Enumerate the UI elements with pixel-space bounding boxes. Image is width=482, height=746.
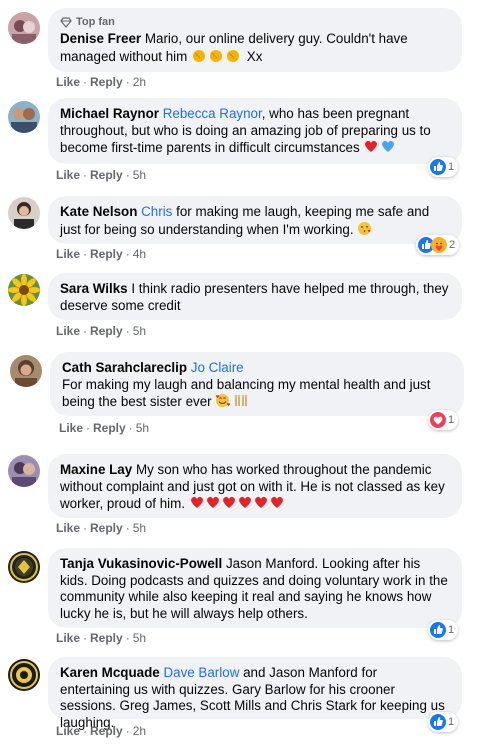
timestamp[interactable]: 2h bbox=[133, 75, 146, 89]
timestamp[interactable]: 5h bbox=[133, 168, 146, 182]
comment-actions: Like · Reply · 5h bbox=[56, 324, 147, 338]
avatar[interactable] bbox=[8, 274, 40, 306]
timestamp[interactable]: 5h bbox=[136, 421, 149, 435]
like-link[interactable]: Like bbox=[56, 324, 80, 338]
avatar[interactable] bbox=[8, 101, 40, 133]
comment-bubble: Cath Sarahclareclip Jo Claire For making… bbox=[50, 352, 464, 416]
reply-link[interactable]: Reply bbox=[90, 168, 123, 182]
comment-bubble: Sara Wilks I think radio presenters have… bbox=[48, 273, 462, 320]
kissing-face-emoji bbox=[357, 221, 372, 241]
comment-actions: Like · Reply · 5h bbox=[56, 521, 147, 535]
avatar[interactable] bbox=[8, 455, 40, 487]
like-link[interactable]: Like bbox=[56, 168, 80, 182]
care-reaction-icon bbox=[431, 237, 447, 253]
reaction-summary[interactable]: 1 bbox=[428, 410, 459, 430]
reaction-summary[interactable]: 1 bbox=[428, 620, 459, 640]
comment-actions: Like · Reply · 5h bbox=[59, 421, 150, 435]
timestamp[interactable]: 5h bbox=[133, 521, 146, 535]
tagged-name[interactable]: Dave Barlow bbox=[163, 665, 239, 680]
comment-tail: Xx bbox=[246, 48, 263, 64]
timestamp[interactable]: 4h bbox=[133, 247, 146, 261]
reply-link[interactable]: Reply bbox=[90, 75, 123, 89]
commenter-name[interactable]: Tanja Vukasinovic-Powell bbox=[60, 556, 222, 571]
avatar[interactable] bbox=[8, 12, 40, 44]
commenter-name[interactable]: Michael Raynor bbox=[60, 106, 159, 121]
reaction-count: 1 bbox=[448, 414, 455, 426]
comment-bubble: Michael Raynor Rebecca Raynor, who has b… bbox=[48, 98, 462, 164]
commenter-name[interactable]: Kate Nelson bbox=[60, 204, 137, 219]
avatar[interactable] bbox=[8, 551, 40, 583]
comment-actions: Like · Reply · 2h bbox=[56, 724, 147, 738]
like-link[interactable]: Like bbox=[56, 75, 80, 89]
like-link[interactable]: Like bbox=[59, 421, 83, 435]
love-reaction-icon bbox=[430, 412, 446, 428]
comment-actions: Like · Reply · 2h bbox=[56, 75, 147, 89]
commenter-name[interactable]: Karen Mcquade bbox=[60, 665, 160, 680]
reaction-count: 1 bbox=[448, 624, 455, 636]
hearts-row-emoji bbox=[189, 495, 299, 515]
tagged-name[interactable]: Jo Claire bbox=[191, 360, 244, 375]
reaction-summary[interactable]: 2 bbox=[416, 235, 460, 255]
comment-bubble: Tanja Vukasinovic-Powell Jason Manford. … bbox=[48, 548, 462, 628]
like-reaction-icon bbox=[430, 714, 446, 730]
reply-link[interactable]: Reply bbox=[90, 247, 123, 261]
smiling-hearts-emoji bbox=[215, 393, 249, 413]
reply-link[interactable]: Reply bbox=[90, 324, 123, 338]
reply-link[interactable]: Reply bbox=[90, 521, 123, 535]
timestamp[interactable]: 2h bbox=[133, 724, 146, 738]
like-reaction-icon bbox=[430, 159, 446, 175]
reaction-count: 1 bbox=[448, 716, 455, 728]
diamond-icon bbox=[60, 17, 72, 28]
comment-bubble: Maxine Lay My son who has worked through… bbox=[48, 454, 462, 518]
like-link[interactable]: Like bbox=[56, 521, 80, 535]
like-link[interactable]: Like bbox=[56, 631, 80, 645]
reply-link[interactable]: Reply bbox=[90, 724, 123, 738]
badge-label: Top fan bbox=[76, 16, 115, 29]
comment-actions: Like · Reply · 4h bbox=[56, 247, 147, 261]
commenter-name[interactable]: Denise Freer bbox=[60, 31, 141, 46]
tagged-name[interactable]: Chris bbox=[141, 204, 172, 219]
tagged-name[interactable]: Rebecca Raynor bbox=[163, 106, 262, 121]
comment-bubble: Kate Nelson Chris for making me laugh, k… bbox=[48, 196, 462, 244]
reply-link[interactable]: Reply bbox=[93, 421, 126, 435]
reaction-count: 1 bbox=[448, 161, 455, 173]
like-link[interactable]: Like bbox=[56, 247, 80, 261]
reply-link[interactable]: Reply bbox=[90, 631, 123, 645]
comment-bubble: Karen Mcquade Dave Barlow and Jason Manf… bbox=[48, 657, 462, 730]
comment-actions: Like · Reply · 5h bbox=[56, 631, 147, 645]
avatar[interactable] bbox=[8, 659, 40, 691]
reaction-summary[interactable]: 1 bbox=[428, 157, 459, 177]
avatar[interactable] bbox=[10, 355, 42, 387]
timestamp[interactable]: 5h bbox=[133, 631, 146, 645]
like-link[interactable]: Like bbox=[56, 724, 80, 738]
like-reaction-icon bbox=[430, 622, 446, 638]
hearts-emoji bbox=[363, 139, 397, 159]
avatar[interactable] bbox=[8, 197, 40, 229]
commenter-name[interactable]: Cath Sarahclareclip bbox=[62, 360, 187, 375]
comment-actions: Like · Reply · 5h bbox=[56, 168, 147, 182]
commenter-name[interactable]: Sara Wilks bbox=[60, 281, 128, 296]
comment-bubble: Top fan Denise Freer Mario, our online d… bbox=[48, 8, 462, 72]
commenter-name[interactable]: Maxine Lay bbox=[60, 462, 132, 477]
reaction-summary[interactable]: 1 bbox=[428, 712, 459, 732]
top-fan-badge: Top fan bbox=[60, 16, 450, 29]
clapping-emoji bbox=[191, 48, 243, 68]
reaction-count: 2 bbox=[449, 239, 456, 251]
timestamp[interactable]: 5h bbox=[133, 324, 146, 338]
